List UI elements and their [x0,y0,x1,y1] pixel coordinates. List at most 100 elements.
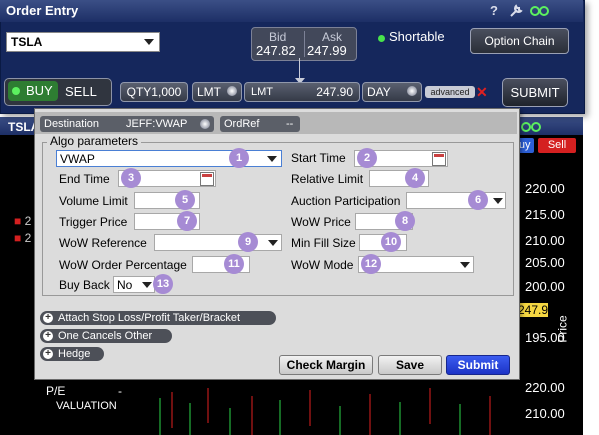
calendar-icon[interactable] [432,152,446,166]
submit-order-button[interactable]: SUBMIT [502,78,568,107]
symbol-value: TSLA [11,35,43,49]
quantity-field[interactable]: QTY1,000 [120,82,188,102]
y-tick: 220.00 [525,380,565,395]
callout-badge: 8 [395,211,415,231]
hedge-row[interactable]: + Hedge [40,347,104,361]
strategy-value: VWAP [60,152,95,166]
buy-back-select[interactable]: No [113,276,155,293]
expand-plus-icon[interactable]: + [43,313,53,323]
chart-sell-button[interactable]: Sell [538,138,576,153]
buy-sell-toggle[interactable]: BUY SELL [4,78,112,106]
start-time-label: Start Time [291,151,346,165]
limit-price-label: LMT [251,86,273,98]
buy-selected-dot-icon [12,87,20,95]
destination-select[interactable]: Destination JEFF:VWAP [40,116,214,132]
callout-badge: 11 [224,254,244,274]
valuation-label: VALUATION [56,400,117,412]
candlestick-area [159,388,491,435]
wow-reference-select[interactable] [154,234,282,251]
calendar-icon[interactable] [200,172,214,186]
sell-button[interactable]: SELL [65,84,97,99]
order-type-select[interactable]: LMT [192,82,242,102]
buy-label: BUY [26,83,53,98]
callout-badge: 10 [381,232,401,252]
callout-badge: 2 [357,148,377,168]
ordref-label: OrdRef [224,118,260,130]
destination-dropdown-icon[interactable] [200,119,210,129]
buy-back-label: Buy Back [59,278,110,292]
one-cancels-other-row[interactable]: + One Cancels Other [40,329,172,343]
bid-value[interactable]: 247.82 [256,43,296,58]
wow-reference-label: WoW Reference [59,236,147,250]
limit-price-value: 247.90 [316,85,353,99]
chart-link-icon [521,122,541,132]
window-title: Order Entry [6,3,79,18]
save-button[interactable]: Save [378,355,442,375]
y-tick: 220.00 [525,181,565,196]
shortable-label: Shortable [389,29,445,44]
check-margin-button[interactable]: Check Margin [279,355,373,375]
bid-ask-display[interactable]: Bid Ask 247.82 247.99 [251,27,357,61]
link-icon[interactable] [529,5,551,17]
callout-badge: 3 [121,168,141,188]
y-tick: 210.00 [525,406,565,421]
y-tick: 200.00 [525,279,565,294]
pe-value: - [118,384,122,398]
expand-plus-icon[interactable]: + [43,331,53,341]
algo-parameters-title: Algo parameters [47,134,142,148]
attach-stop-loss-row[interactable]: + Attach Stop Loss/Profit Taker/Bracket [40,311,276,325]
shortable-status-dot-icon [378,35,385,42]
chevron-down-icon[interactable] [460,262,470,268]
chevron-down-icon[interactable] [142,282,152,288]
time-in-force-dropdown-icon[interactable] [407,86,417,96]
chevron-down-icon[interactable] [144,39,154,45]
wow-mode-label: WoW Mode [291,258,354,272]
order-type-dropdown-icon[interactable] [227,86,237,96]
ask-label: Ask [322,30,343,44]
wrench-icon[interactable] [509,4,523,18]
end-time-label: End Time [59,172,110,186]
hedge-label: Hedge [58,348,91,360]
buy-button[interactable]: BUY [8,81,58,101]
ordref-value: -- [286,118,294,130]
option-chain-button[interactable]: Option Chain [470,28,569,54]
callout-badge: 4 [405,168,425,188]
advanced-toggle[interactable]: advanced [425,86,475,98]
help-icon[interactable]: ? [490,3,498,18]
destination-label: Destination [44,118,100,130]
expand-plus-icon[interactable]: + [43,349,53,359]
submit-button[interactable]: Submit [446,355,510,375]
time-in-force-select[interactable]: DAY [362,82,422,102]
one-cancels-other-label: One Cancels Other [58,330,153,342]
callout-badge: 13 [153,274,173,294]
volume-limit-label: Volume Limit [59,194,128,208]
buy-back-value: No [117,278,133,292]
order-type-value: LMT [197,85,221,99]
chevron-down-icon[interactable] [267,156,277,162]
callout-badge: 5 [175,190,195,210]
chart-side-label: ■ 2 [14,231,32,245]
chevron-down-icon[interactable] [268,240,278,246]
wow-order-percentage-label: WoW Order Percentage [59,258,187,272]
time-in-force-value: DAY [367,85,391,99]
attach-stop-loss-label: Attach Stop Loss/Profit Taker/Bracket [58,312,240,324]
bid-label: Bid [269,30,287,44]
close-icon[interactable]: ✕ [476,84,488,101]
auction-participation-label: Auction Participation [291,194,401,208]
callout-badge: 12 [361,254,381,274]
relative-limit-label: Relative Limit [291,172,364,186]
auction-participation-select[interactable] [406,192,506,209]
trigger-price-label: Trigger Price [59,215,128,229]
ordref-field[interactable]: OrdRef -- [220,116,300,132]
callout-badge: 6 [468,190,488,210]
chart-side-label: ■ 2 [14,214,32,228]
y-tick: 215.00 [525,207,565,222]
limit-price-field[interactable]: LMT 247.90 [244,82,360,102]
callout-badge: 7 [177,211,197,231]
ask-value[interactable]: 247.99 [307,43,347,58]
pe-label: P/E [46,384,66,398]
callout-badge: 9 [238,232,258,252]
chevron-down-icon[interactable] [493,198,503,204]
current-price-highlight: 247.90 [518,303,555,317]
symbol-input[interactable]: TSLA [6,32,160,52]
